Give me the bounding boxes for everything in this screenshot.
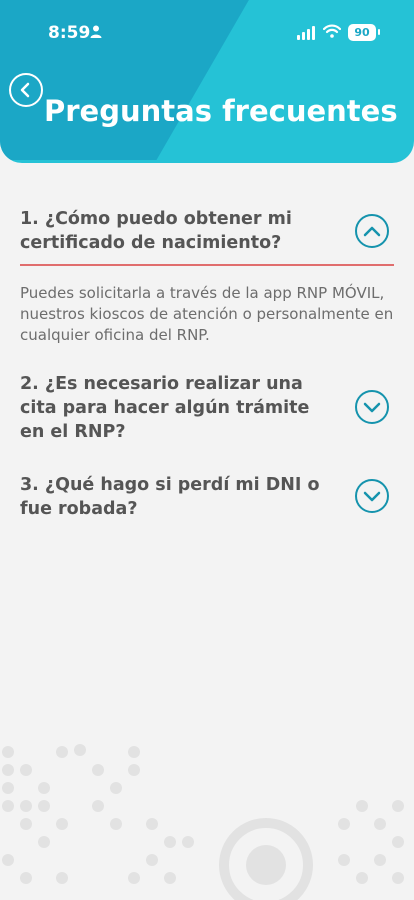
faq-question-2: 2. ¿Es necesario realizar una cita para …: [20, 374, 310, 442]
back-button[interactable]: [9, 73, 43, 107]
status-time: 8:59: [48, 23, 91, 43]
header: 8:59 90 Preguntas frecuentes: [0, 0, 414, 163]
faq-answer-1: Puedes solicitarla a través de la app RN…: [20, 284, 394, 344]
collapse-button[interactable]: [355, 214, 389, 248]
chevron-up-icon: [363, 226, 381, 237]
page-title: Preguntas frecuentes: [44, 94, 398, 128]
faq-divider: [20, 264, 394, 266]
chevron-down-icon: [363, 491, 381, 502]
expand-button[interactable]: [355, 479, 389, 513]
person-icon: [90, 25, 102, 38]
faq-item-2[interactable]: 2. ¿Es necesario realizar una cita para …: [20, 372, 394, 444]
chevron-down-icon: [363, 402, 381, 413]
signal-icon: [297, 26, 315, 40]
faq-question-1: 1. ¿Cómo puedo obtener mi certificado de…: [20, 209, 292, 253]
background-dots-decoration: [2, 744, 404, 900]
faq-item-1[interactable]: 1. ¿Cómo puedo obtener mi certificado de…: [20, 207, 394, 263]
faq-item-3[interactable]: 3. ¿Qué hago si perdí mi DNI o fue robad…: [20, 473, 394, 521]
expand-button[interactable]: [355, 390, 389, 424]
battery-icon: 90: [348, 24, 380, 41]
wifi-icon: [323, 24, 341, 38]
status-bar: 8:59 90: [0, 20, 414, 48]
back-arrow-icon: [20, 82, 30, 98]
faq-question-3: 3. ¿Qué hago si perdí mi DNI o fue robad…: [20, 475, 320, 519]
